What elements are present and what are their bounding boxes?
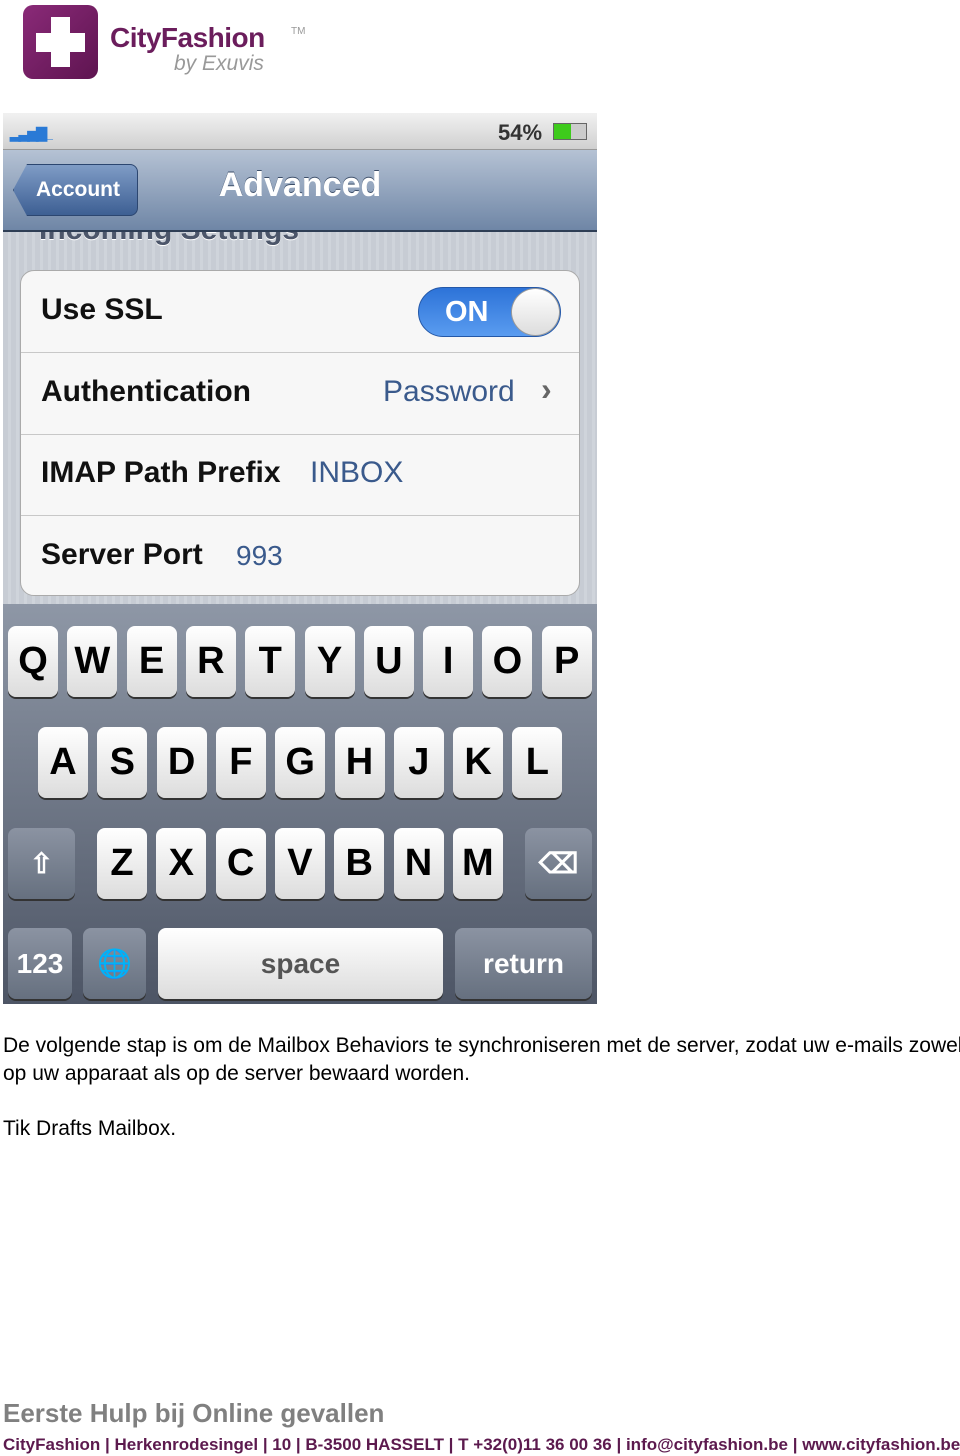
- row-value[interactable]: INBOX: [310, 456, 403, 490]
- return-key[interactable]: return: [455, 928, 592, 999]
- toggle-knob: [511, 288, 560, 336]
- row-server-port[interactable]: Server Port 993: [21, 516, 579, 595]
- footer-heading: Eerste Hulp bij Online gevallen: [3, 1398, 385, 1428]
- row-value: Password: [383, 375, 515, 408]
- key-l[interactable]: L: [512, 727, 563, 798]
- paragraph: Tik Drafts Mailbox.: [3, 1117, 177, 1140]
- key-u[interactable]: U: [363, 626, 414, 697]
- row-authentication[interactable]: Authentication Password ›: [21, 353, 579, 435]
- battery-icon: [553, 123, 587, 140]
- key-y[interactable]: Y: [304, 626, 355, 697]
- key-g[interactable]: G: [275, 727, 326, 798]
- logo-icon: [23, 5, 98, 79]
- numbers-key[interactable]: 123: [8, 928, 72, 999]
- key-m[interactable]: M: [452, 828, 503, 899]
- key-a[interactable]: A: [38, 727, 88, 798]
- globe-icon[interactable]: 🌐: [83, 928, 146, 999]
- key-d[interactable]: D: [156, 727, 207, 798]
- row-label: Authentication: [41, 375, 251, 408]
- key-h[interactable]: H: [334, 727, 385, 798]
- key-f[interactable]: F: [215, 727, 266, 798]
- key-k[interactable]: K: [453, 727, 504, 798]
- keyboard: Q W E R T Y U I O P A S D F G H J K L Z X C V B N M ⇧ ⌫ 123 🌐 space ret…: [3, 604, 597, 1004]
- settings-table: Use SSL ON Authentication Password › IMA…: [20, 270, 580, 596]
- key-p[interactable]: P: [541, 626, 592, 697]
- key-c[interactable]: C: [215, 828, 266, 899]
- battery-percent: 54%: [498, 120, 543, 145]
- shift-icon[interactable]: ⇧: [8, 828, 75, 899]
- key-j[interactable]: J: [393, 727, 444, 798]
- key-o[interactable]: O: [482, 626, 533, 697]
- key-z[interactable]: Z: [97, 828, 147, 899]
- row-imap-prefix[interactable]: IMAP Path Prefix INBOX: [21, 434, 579, 516]
- key-b[interactable]: B: [334, 828, 385, 899]
- body-text: De volgende stap is om de Mailbox Behavi…: [3, 1032, 960, 1143]
- row-label: IMAP Path Prefix: [41, 456, 281, 489]
- key-x[interactable]: X: [156, 828, 207, 899]
- chevron-right-icon: ›: [541, 371, 552, 407]
- logo-tm: TM: [291, 26, 306, 37]
- row-label: Server Port: [41, 538, 203, 571]
- row-label: Use SSL: [41, 293, 163, 326]
- key-i[interactable]: I: [423, 626, 474, 697]
- row-use-ssl: Use SSL ON: [21, 271, 579, 353]
- nav-bar: Account Advanced: [3, 150, 597, 232]
- logo-brand: CityFashion: [110, 22, 265, 53]
- key-s[interactable]: S: [97, 727, 148, 798]
- key-n[interactable]: N: [393, 828, 444, 899]
- key-v[interactable]: V: [274, 828, 325, 899]
- paragraph: De volgende stap is om de Mailbox Behavi…: [3, 1034, 960, 1085]
- ssl-toggle[interactable]: ON: [418, 287, 561, 337]
- space-key[interactable]: space: [158, 928, 443, 999]
- phone-screenshot: ▂▃▅▇_ 54% Incoming Settings Account Adva…: [3, 113, 597, 1004]
- row-value[interactable]: 993: [236, 540, 283, 572]
- footer-address: CityFashion | Herkenrodesingel | 10 | B-…: [3, 1435, 960, 1454]
- nav-title: Advanced: [218, 166, 382, 204]
- status-bar: ▂▃▅▇_ 54%: [3, 113, 597, 150]
- signal-icon: ▂▃▅▇_: [10, 125, 53, 141]
- key-t[interactable]: T: [245, 626, 296, 697]
- key-w[interactable]: W: [67, 626, 118, 697]
- key-q[interactable]: Q: [8, 626, 58, 697]
- backspace-icon[interactable]: ⌫: [525, 828, 592, 899]
- key-r[interactable]: R: [185, 626, 236, 697]
- toggle-label: ON: [445, 296, 489, 328]
- key-e[interactable]: E: [126, 626, 177, 697]
- logo-sub: by Exuvis: [174, 52, 264, 75]
